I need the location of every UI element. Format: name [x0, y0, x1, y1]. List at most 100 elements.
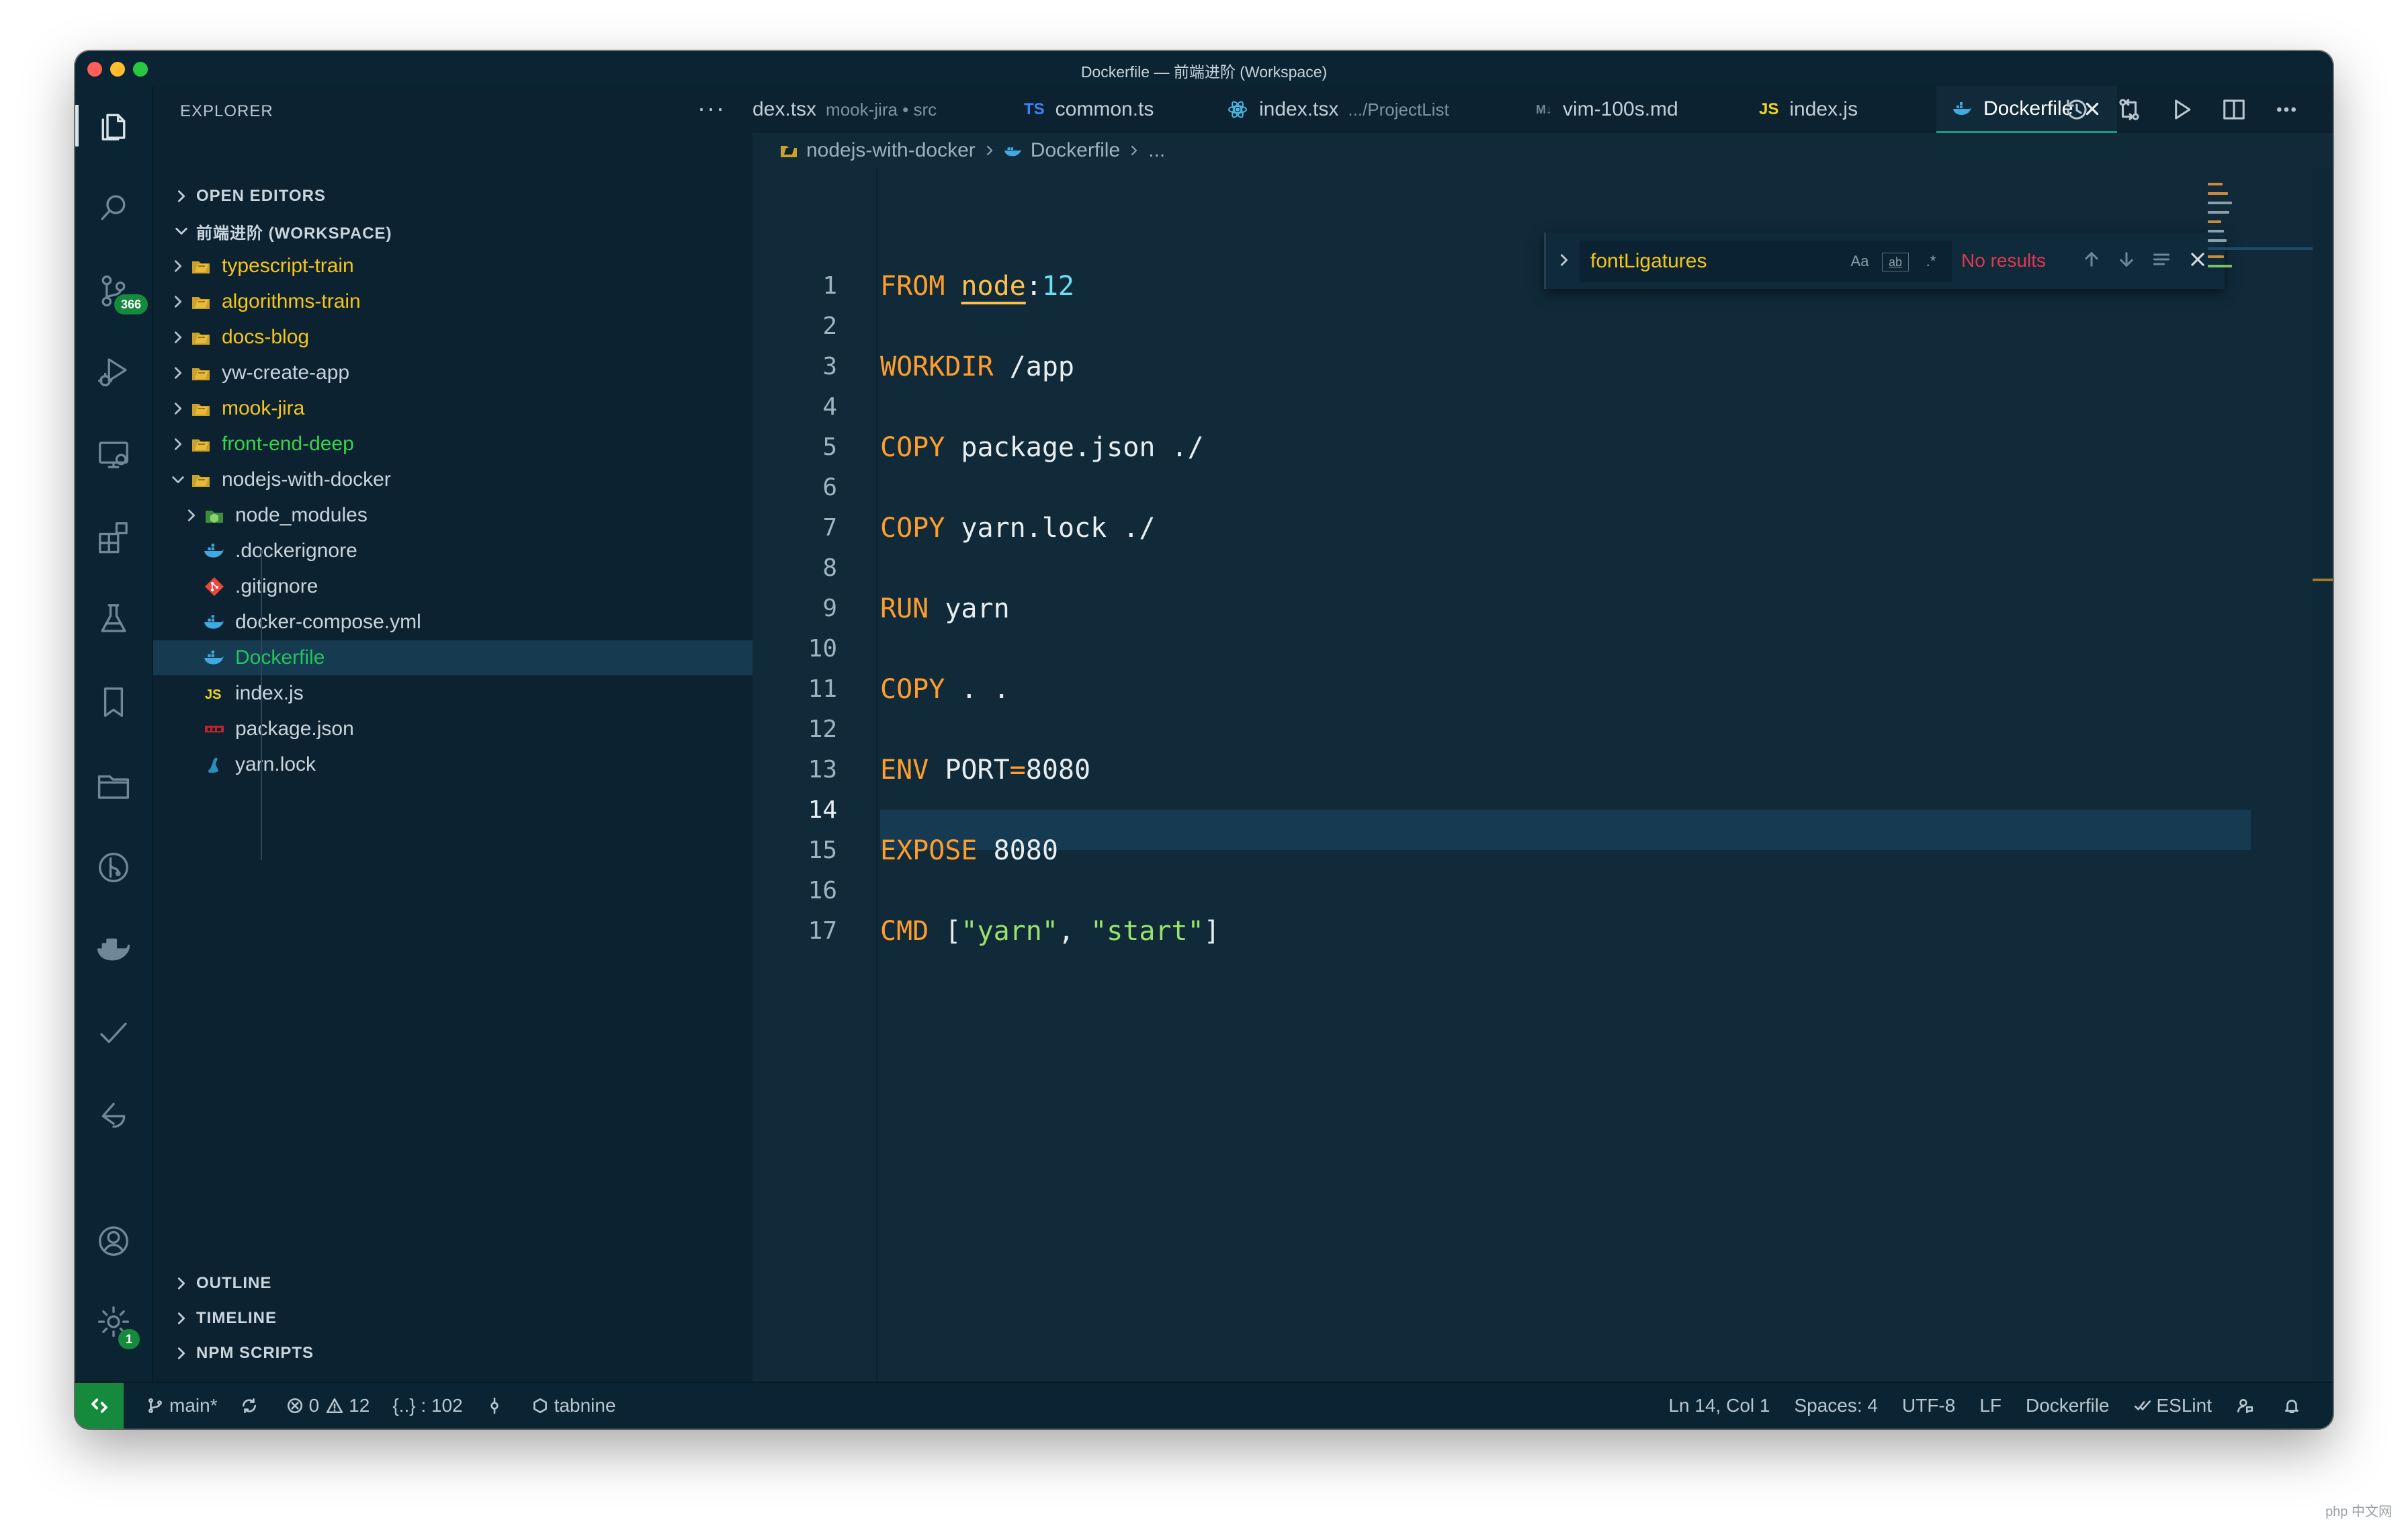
next-match-button[interactable] — [2113, 246, 2140, 273]
bell-icon — [2285, 1400, 2298, 1414]
tree-folder-mook-jira[interactable]: mook-jira — [153, 391, 752, 426]
tree-folder-algorithms-train[interactable]: algorithms-train — [153, 284, 752, 319]
previous-match-button[interactable] — [2078, 246, 2105, 273]
whole-word-toggle[interactable]: ab — [1882, 253, 1909, 271]
keyword-token: RUN — [880, 593, 929, 624]
folder-icon — [189, 290, 212, 313]
split-editor-icon[interactable] — [2221, 97, 2247, 122]
testing-activity[interactable] — [75, 589, 152, 649]
feedback-status[interactable] — [2236, 1397, 2259, 1414]
problems-status[interactable]: 0 12 — [286, 1395, 370, 1416]
manage-badge: 1 — [118, 1329, 140, 1349]
tree-folder-yw-create-app[interactable]: yw-create-app — [153, 355, 752, 390]
workspace-section[interactable]: 前端进阶 (WORKSPACE) — [153, 214, 752, 249]
notifications-status[interactable] — [2283, 1397, 2306, 1414]
tree-folder-front-end-deep[interactable]: front-end-deep — [153, 427, 752, 462]
tree-item-label: typescript-train — [222, 255, 354, 277]
tree-file-yarn.lock[interactable]: yarn.lock — [153, 747, 752, 782]
docker-file-icon — [1952, 101, 1973, 117]
match-case-toggle[interactable]: Aa — [1847, 249, 1873, 274]
tree-file-.dockerignore[interactable]: .dockerignore — [153, 534, 752, 568]
find-input[interactable] — [1589, 247, 1813, 275]
chevron-right-icon — [153, 1276, 196, 1291]
tab-index-tsx-mook-jira[interactable]: dex.tsx mook-jira • src — [752, 86, 937, 133]
sync-status[interactable] — [241, 1397, 263, 1414]
timeline-section[interactable]: TIMELINE — [153, 1301, 752, 1336]
end-of-line[interactable]: LF — [1979, 1395, 2002, 1416]
code-token: = — [1009, 755, 1026, 786]
todo-activity[interactable] — [75, 1003, 152, 1063]
code-token: [ — [929, 916, 961, 947]
breadcrumb-file[interactable]: Dockerfile — [1031, 139, 1120, 162]
npm-scripts-section[interactable]: NPM SCRIPTS — [153, 1336, 752, 1371]
tree-file-node_modules[interactable]: node_modules — [153, 498, 752, 533]
tree-file-.gitignore[interactable]: .gitignore — [153, 569, 752, 604]
toggle-replace-icon[interactable] — [1557, 253, 1572, 271]
open-editors-section[interactable]: OPEN EDITORS — [153, 179, 752, 214]
editor-area: dex.tsx mook-jira • src TS common.ts ind… — [752, 86, 2333, 1382]
commit-status[interactable] — [486, 1397, 509, 1414]
tree-folder-docs-blog[interactable]: docs-blog — [153, 320, 752, 355]
search-activity[interactable] — [75, 177, 152, 238]
indentation-text: Spaces: 4 — [1794, 1395, 1878, 1416]
history-icon[interactable] — [2064, 97, 2090, 122]
find-in-selection-button[interactable] — [2148, 246, 2175, 273]
branch-status[interactable]: main* — [146, 1395, 218, 1416]
tab-index-js[interactable]: JS index.js — [1759, 86, 1858, 133]
tabnine-status[interactable]: tabnine — [531, 1395, 616, 1416]
breadcrumb-folder[interactable]: nodejs-with-docker — [806, 139, 976, 162]
tab-index-tsx-projectlist[interactable]: index.tsx .../ProjectList — [1227, 86, 1449, 133]
remote-explorer-activity[interactable] — [75, 425, 152, 485]
code-token: 8080 — [1025, 755, 1091, 786]
more-actions-icon[interactable] — [2274, 97, 2299, 122]
json-count-status[interactable]: {..} : 102 — [392, 1395, 462, 1416]
indent-guide — [261, 550, 262, 860]
find-options: Aa ab .* — [1847, 249, 1944, 274]
tree-folder-typescript-train[interactable]: typescript-train — [153, 249, 752, 284]
error-count: 0 — [308, 1395, 320, 1416]
tree-file-docker-compose.yml[interactable]: docker-compose.yml — [153, 605, 752, 640]
explorer-activity[interactable] — [75, 95, 152, 156]
tree-file-Dockerfile[interactable]: Dockerfile — [153, 640, 752, 675]
indentation[interactable]: Spaces: 4 — [1794, 1395, 1878, 1416]
outline-row[interactable]: OUTLINE — [153, 1266, 752, 1301]
testing-icon — [101, 604, 126, 632]
project-manager-activity[interactable] — [75, 755, 152, 816]
eslint-status[interactable]: ESLint — [2134, 1395, 2212, 1416]
bookmarks-activity[interactable] — [75, 672, 152, 732]
encoding[interactable]: UTF-8 — [1902, 1395, 1955, 1416]
tree-folder-nodejs-with-docker[interactable]: nodejs-with-docker — [153, 462, 752, 497]
regex-toggle[interactable]: .* — [1918, 249, 1944, 274]
run-debug-activity[interactable] — [75, 341, 152, 402]
sidebar-title: EXPLORER — [180, 102, 273, 120]
docker-activity[interactable] — [75, 919, 152, 980]
manage-activity[interactable]: 1 — [75, 1291, 152, 1352]
accounts-activity[interactable] — [75, 1211, 152, 1271]
tree-file-index.js[interactable]: JS index.js — [153, 676, 752, 711]
gitlens-activity[interactable] — [75, 837, 152, 898]
chevron-down-icon — [153, 224, 196, 239]
live-share-activity[interactable] — [75, 1086, 152, 1146]
line-number: 14 — [808, 796, 837, 824]
source-control-activity[interactable]: 366 — [75, 261, 152, 321]
tree-file-package.json[interactable]: package.json — [153, 712, 752, 747]
open-changes-icon[interactable] — [2116, 97, 2142, 122]
code-area[interactable]: FROM node:12 WORKDIR /app COPY package.jso… — [880, 266, 2197, 951]
search-icon — [101, 195, 126, 220]
language-mode[interactable]: Dockerfile — [2026, 1395, 2109, 1416]
line-number: 17 — [808, 917, 837, 945]
tab-common-ts[interactable]: TS common.ts — [1024, 86, 1154, 133]
vertical-scrollbar[interactable] — [2313, 168, 2333, 1382]
minimap[interactable] — [2185, 168, 2333, 1382]
remote-indicator[interactable] — [75, 1383, 124, 1429]
cursor-position[interactable]: Ln 14, Col 1 — [1668, 1395, 1770, 1416]
tree-item-label: nodejs-with-docker — [222, 468, 391, 491]
line-number: 15 — [808, 837, 837, 864]
window-title: Dockerfile — 前端进阶 (Workspace) — [1080, 63, 1328, 81]
breadcrumb-more[interactable]: ... — [1148, 139, 1165, 162]
more-actions-icon[interactable]: ··· — [697, 94, 726, 122]
extensions-activity[interactable] — [75, 507, 152, 567]
live-share-icon — [101, 1103, 126, 1128]
run-icon[interactable] — [2169, 97, 2194, 122]
tab-vim-100s-md[interactable]: M↓ vim-100s.md — [1536, 86, 1678, 133]
